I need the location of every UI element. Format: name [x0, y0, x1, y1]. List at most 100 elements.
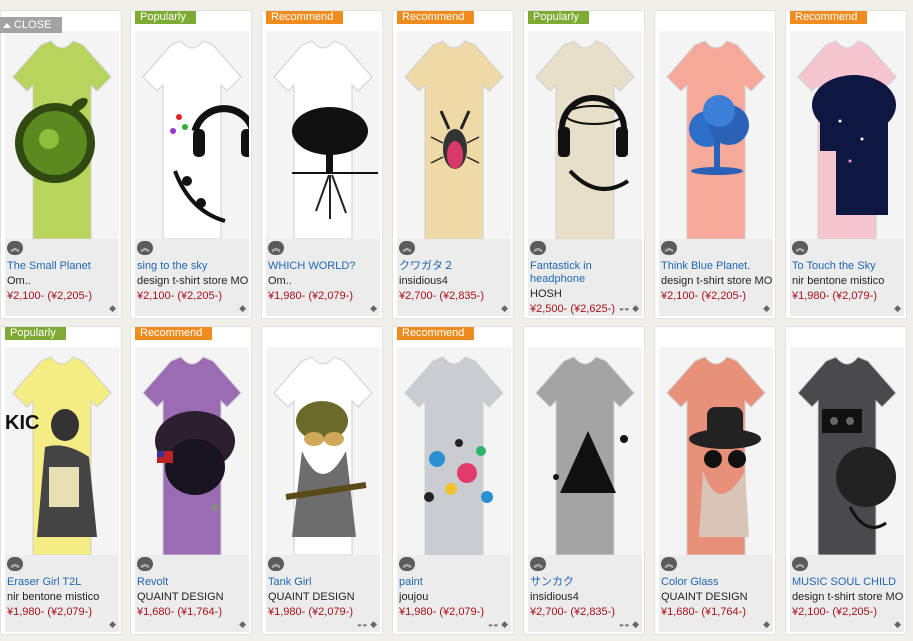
product-card[interactable]: Recommend ︽ To Touch the Sky nir bentone mi…: [785, 10, 907, 319]
product-title[interactable]: Revolt: [137, 576, 249, 589]
product-card[interactable]: Recommend ︽ paint joujou ¥1,980- (¥2,079-) ◒◒…: [392, 326, 514, 635]
product-image[interactable]: [397, 347, 511, 555]
product-info: ︽ サンカク insidious4 ¥2,700- (¥2,835-) ◒◒ ◆: [528, 555, 642, 632]
product-title[interactable]: Eraser Girl T2L: [7, 576, 119, 589]
tag-icon[interactable]: ◆: [763, 303, 770, 314]
product-title[interactable]: Think Blue Planet.: [661, 260, 773, 273]
expand-icon[interactable]: ︽: [137, 241, 153, 255]
expand-icon[interactable]: ︽: [399, 241, 415, 255]
tag-icon[interactable]: ◆: [109, 619, 116, 630]
product-info: ︽ paint joujou ¥1,980- (¥2,079-) ◒◒ ◆: [397, 555, 511, 632]
expand-icon[interactable]: ︽: [530, 557, 546, 571]
product-title[interactable]: MUSIC SOUL CHILD: [792, 576, 904, 589]
tag-icon[interactable]: ◆: [239, 303, 246, 314]
product-image[interactable]: [266, 347, 380, 555]
shop-name[interactable]: joujou: [399, 591, 511, 603]
product-price: ¥1,980- (¥2,079-): [7, 606, 92, 618]
product-card[interactable]: ︽ Tank Girl QUAINT DESIGN ¥1,980- (¥2,079-)…: [261, 326, 383, 635]
tag-icon[interactable]: ◆: [501, 303, 508, 314]
product-image[interactable]: [397, 31, 511, 239]
tag-icon[interactable]: ◆: [763, 619, 770, 630]
expand-icon[interactable]: ︽: [268, 241, 284, 255]
shop-name[interactable]: QUAINT DESIGN: [268, 591, 380, 603]
product-card[interactable]: Popularly KIC ︽ Eraser Girl T2L nir bentone …: [0, 326, 122, 635]
product-price: ¥2,100- (¥2,205-): [792, 606, 877, 618]
product-info: ︽ クワガタ２ insidious4 ¥2,700- (¥2,835-) ◆: [397, 239, 511, 316]
product-title[interactable]: サンカク: [530, 576, 642, 589]
product-title[interactable]: paint: [399, 576, 511, 589]
option-icons[interactable]: ◒◒ ◆: [357, 619, 377, 630]
shop-name[interactable]: design t-shirt store MO: [661, 275, 773, 287]
product-image[interactable]: [135, 31, 249, 239]
product-card[interactable]: ︽ サンカク insidious4 ¥2,700- (¥2,835-) ◒◒ ◆: [523, 326, 645, 635]
tag-icon[interactable]: ◆: [370, 303, 377, 314]
shop-name[interactable]: HOSH: [530, 288, 642, 300]
product-image[interactable]: [528, 347, 642, 555]
product-card[interactable]: ︽ The Small Planet Om.. ¥2,100- (¥2,205-) ◆: [0, 10, 122, 319]
expand-icon[interactable]: ︽: [792, 241, 808, 255]
expand-icon[interactable]: ︽: [792, 557, 808, 571]
product-image[interactable]: [5, 31, 119, 239]
product-title[interactable]: Tank Girl: [268, 576, 380, 589]
expand-icon[interactable]: ︽: [7, 557, 23, 571]
option-icons[interactable]: ◒◒ ◆: [488, 619, 508, 630]
close-button[interactable]: CLOSE: [0, 17, 62, 33]
shop-name[interactable]: insidious4: [530, 591, 642, 603]
expand-icon[interactable]: ︽: [399, 557, 415, 571]
shop-name[interactable]: QUAINT DESIGN: [137, 591, 249, 603]
product-image[interactable]: [266, 31, 380, 239]
option-icons[interactable]: ◒◒ ◆: [619, 619, 639, 630]
product-card[interactable]: Recommend ︽ Revolt QUAINT DESIGN ¥1,680- (¥1…: [130, 326, 252, 635]
badge-popularly: Popularly: [5, 327, 66, 340]
product-price: ¥2,500- (¥2,625-): [530, 303, 615, 315]
shop-name[interactable]: design t-shirt store MO: [137, 275, 249, 287]
product-image[interactable]: KIC: [5, 347, 119, 555]
product-card[interactable]: Popularly ︽ Fantastick in headphone HOSH ¥2,…: [523, 10, 645, 319]
product-card[interactable]: ︽ Color Glass QUAINT DESIGN ¥1,680- (¥1,764…: [654, 326, 776, 635]
expand-icon[interactable]: ︽: [530, 241, 546, 255]
product-price: ¥1,980- (¥2,079-): [792, 290, 877, 302]
product-title[interactable]: Fantastick in headphone: [530, 260, 642, 286]
product-card[interactable]: Recommend ︽ クワガタ２ insidious4 ¥2,700- (¥2,835…: [392, 10, 514, 319]
shop-name[interactable]: nir bentone mistico: [7, 591, 119, 603]
expand-icon[interactable]: ︽: [7, 241, 23, 255]
tag-icon[interactable]: ◆: [239, 619, 246, 630]
shop-name[interactable]: Om..: [7, 275, 119, 287]
badge-recommend: Recommend: [135, 327, 213, 340]
product-image[interactable]: [790, 347, 904, 555]
shop-name[interactable]: nir bentone mistico: [792, 275, 904, 287]
shop-name[interactable]: Om..: [268, 275, 380, 287]
tag-icon[interactable]: ◆: [894, 619, 901, 630]
product-info: ︽ Fantastick in headphone HOSH ¥2,500- (¥2,…: [528, 239, 642, 316]
product-card[interactable]: Recommend ︽ WHICH WORLD? Om.. ¥1,980- (¥2,07…: [261, 10, 383, 319]
product-title[interactable]: Color Glass: [661, 576, 773, 589]
shop-name[interactable]: insidious4: [399, 275, 511, 287]
badge-popularly: Popularly: [528, 11, 589, 24]
shop-name[interactable]: QUAINT DESIGN: [661, 591, 773, 603]
expand-icon[interactable]: ︽: [137, 557, 153, 571]
product-price: ¥2,100- (¥2,205-): [137, 290, 222, 302]
product-title[interactable]: クワガタ２: [399, 260, 511, 273]
product-card[interactable]: ︽ MUSIC SOUL CHILD design t-shirt store MO…: [785, 326, 907, 635]
product-image[interactable]: [659, 347, 773, 555]
tag-icon[interactable]: ◆: [109, 303, 116, 314]
product-image[interactable]: [790, 31, 904, 239]
product-image[interactable]: [135, 347, 249, 555]
option-icons[interactable]: ◒◒ ◆: [619, 303, 639, 314]
expand-icon[interactable]: ︽: [268, 557, 284, 571]
product-image[interactable]: [659, 31, 773, 239]
product-title[interactable]: sing to the sky: [137, 260, 249, 273]
product-price: ¥2,100- (¥2,205-): [7, 290, 92, 302]
expand-icon[interactable]: ︽: [661, 557, 677, 571]
product-card[interactable]: Popularly ︽ sing to the sky design t-shirt …: [130, 10, 252, 319]
tag-icon[interactable]: ◆: [894, 303, 901, 314]
product-card[interactable]: ︽ Think Blue Planet. design t-shirt store …: [654, 10, 776, 319]
product-title[interactable]: The Small Planet: [7, 260, 119, 273]
product-image[interactable]: [528, 31, 642, 239]
badge-popularly: Popularly: [135, 11, 196, 24]
expand-icon[interactable]: ︽: [661, 241, 677, 255]
svg-text:KIC: KIC: [5, 412, 39, 434]
product-title[interactable]: WHICH WORLD?: [268, 260, 380, 273]
shop-name[interactable]: design t-shirt store MO: [792, 591, 904, 603]
product-title[interactable]: To Touch the Sky: [792, 260, 904, 273]
